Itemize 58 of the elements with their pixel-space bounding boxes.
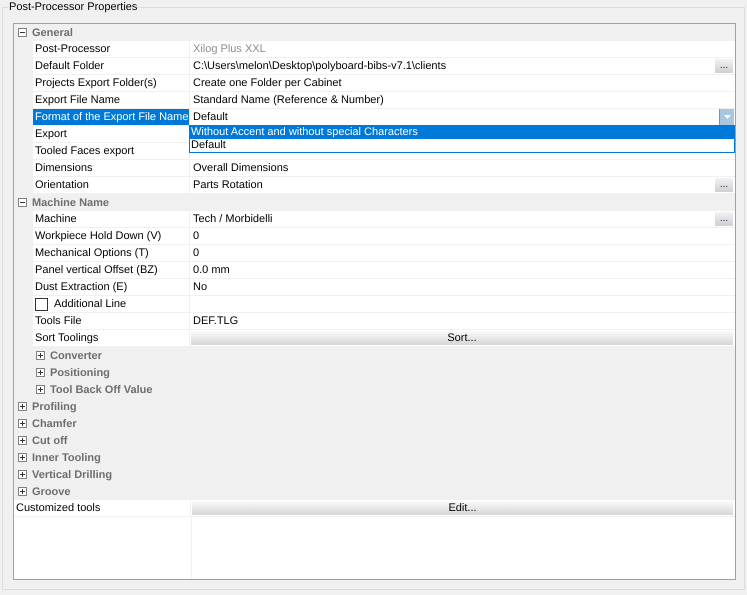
property-name[interactable]: Dust Extraction (E) <box>33 279 190 296</box>
collapse-icon[interactable] <box>18 28 27 37</box>
property-name[interactable]: Workpiece Hold Down (V) <box>33 228 190 245</box>
property-name[interactable]: Dimensions <box>33 160 190 177</box>
property-value: Tech / Morbidelli <box>193 213 272 225</box>
category-name: Inner Tooling <box>32 452 101 464</box>
collapse-icon[interactable] <box>18 198 27 207</box>
property-value: Overall Dimensions <box>193 162 288 174</box>
property-name[interactable]: Export <box>33 126 190 143</box>
property-value: C:\Users\melon\Desktop\polyboard-bibs-v7.1\clients <box>193 60 446 72</box>
expand-icon[interactable] <box>18 419 27 428</box>
property-name[interactable]: Format of the Export File Name <box>33 109 190 126</box>
property-value: Parts Rotation <box>193 179 263 191</box>
property-name[interactable]: Customized tools <box>14 500 191 517</box>
action-button[interactable]: Sort... <box>191 331 733 345</box>
category-name: Profiling <box>32 400 77 412</box>
checkbox-label: Additional Line <box>54 298 126 310</box>
category-name: General <box>32 26 73 38</box>
category-name: Groove <box>32 486 71 498</box>
property-value: Default <box>193 111 228 123</box>
action-button[interactable]: Edit... <box>192 501 733 515</box>
category-name: Converter <box>50 350 102 362</box>
category-name: Vertical Drilling <box>32 468 112 480</box>
expand-icon[interactable] <box>18 487 27 496</box>
browse-button[interactable]: ... <box>715 59 733 73</box>
property-name[interactable]: Mechanical Options (T) <box>33 245 190 262</box>
property-name[interactable]: Panel vertical Offset (BZ) <box>33 262 190 279</box>
category-name: Chamfer <box>32 418 77 430</box>
property-value: Xilog Plus XXL <box>193 43 266 55</box>
property-name[interactable]: Tools File <box>33 313 190 330</box>
category-name: Positioning <box>50 366 110 378</box>
expand-icon[interactable] <box>36 368 45 377</box>
expand-icon[interactable] <box>18 470 27 479</box>
category-name: Cut off <box>32 434 68 446</box>
property-name[interactable]: Machine <box>33 211 190 228</box>
browse-button[interactable]: ... <box>715 212 733 226</box>
groupbox-title: Post-Processor Properties <box>8 0 138 14</box>
dropdown-option[interactable]: Without Accent and without special Characters <box>190 126 734 139</box>
expand-icon[interactable] <box>18 436 27 445</box>
checkbox[interactable] <box>35 298 48 310</box>
property-name[interactable]: Projects Export Folder(s) <box>33 75 190 92</box>
property-name[interactable]: Tooled Faces export <box>33 143 190 160</box>
property-name[interactable]: Default Folder <box>33 58 190 75</box>
expand-icon[interactable] <box>18 453 27 462</box>
property-value: Create one Folder per Cabinet <box>193 77 342 89</box>
property-value: 0 <box>193 247 200 259</box>
property-value: 0 <box>193 230 200 242</box>
expand-icon[interactable] <box>18 402 27 411</box>
browse-button[interactable]: ... <box>715 178 733 192</box>
property-value: Standard Name (Reference & Number) <box>193 94 384 106</box>
category-name: Machine Name <box>32 196 110 208</box>
expand-icon[interactable] <box>36 351 45 360</box>
property-value: No <box>193 281 208 293</box>
category-name: Tool Back Off Value <box>50 384 152 396</box>
property-value: DEF.TLG <box>193 315 238 327</box>
expand-icon[interactable] <box>36 385 45 394</box>
property-value: 0.0 mm <box>193 264 230 276</box>
dropdown-option[interactable]: Default <box>190 139 734 152</box>
